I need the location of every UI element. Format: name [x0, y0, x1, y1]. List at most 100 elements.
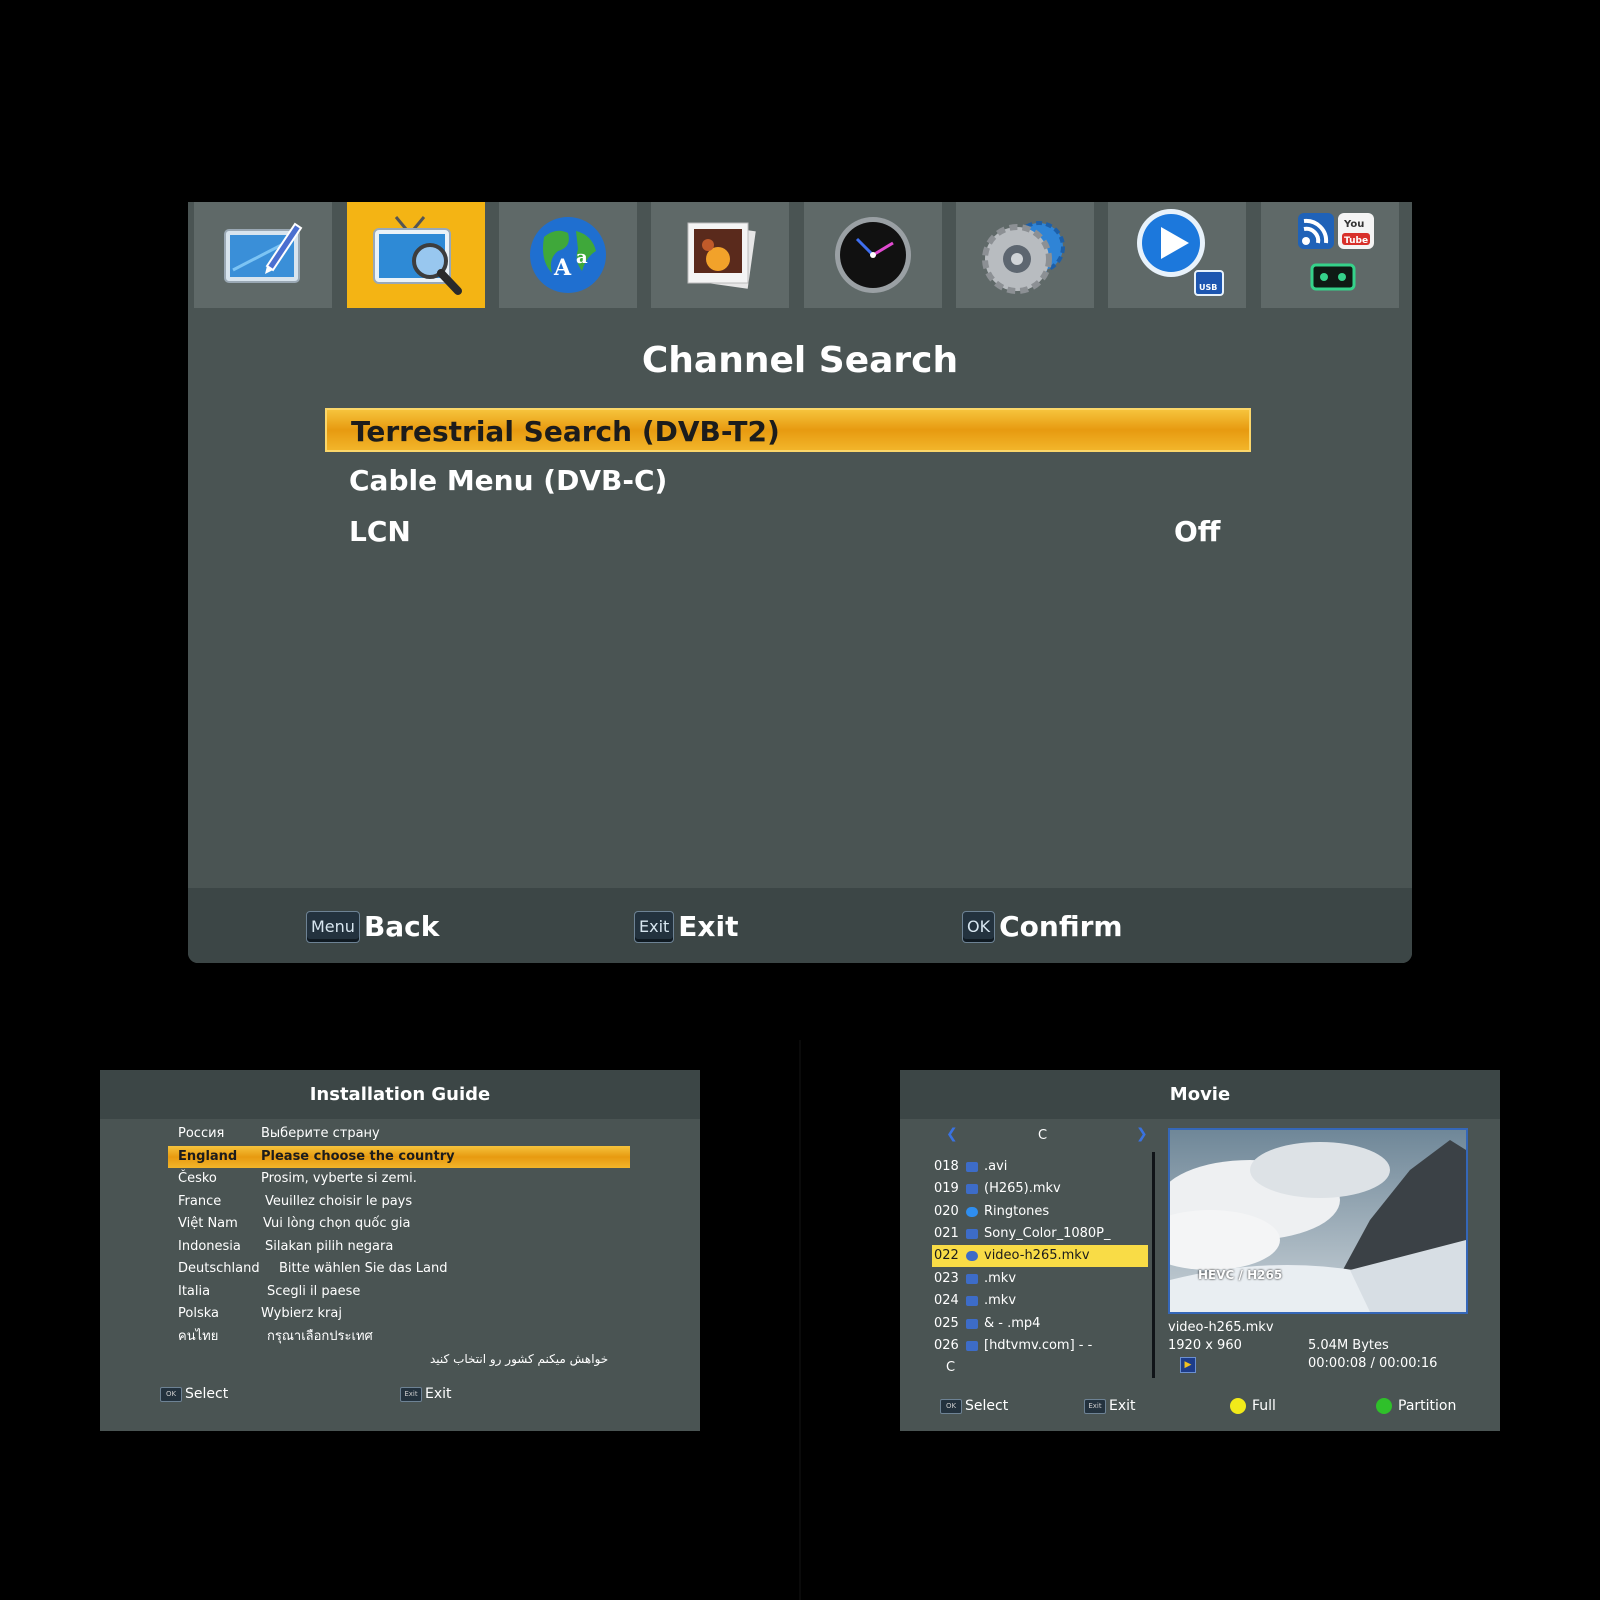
menu-item-cable-menu[interactable]: Cable Menu (DVB-C) — [325, 459, 1251, 503]
svg-text:a: a — [576, 247, 588, 268]
file-row[interactable]: 026 [hdtvmv.com] - - — [932, 1335, 1148, 1357]
language-name: Россия — [178, 1126, 225, 1141]
language-row-russian[interactable]: Россия Выберите страну — [168, 1123, 630, 1145]
usb-play-icon: USB — [1137, 209, 1224, 296]
language-row-thai[interactable]: คนไทย กรุณาเลือกประเทศ — [168, 1326, 630, 1348]
file-number: 020 — [934, 1204, 959, 1219]
divider — [799, 1040, 801, 1600]
tile-language[interactable]: A a — [499, 202, 637, 308]
svg-text:You: You — [1343, 219, 1364, 230]
full-label: Full — [1252, 1398, 1276, 1414]
back-hint[interactable]: Menu Back — [306, 910, 439, 943]
main-footer: Menu Back Exit Exit OK Confirm — [188, 888, 1412, 963]
exit-label: Exit — [678, 910, 739, 943]
language-row-french[interactable]: France Veuillez choisir le pays — [168, 1191, 630, 1213]
file-row[interactable]: 019 (H265).mkv — [932, 1178, 1148, 1200]
tile-edit[interactable] — [194, 202, 332, 308]
menu-item-label: Terrestrial Search (DVB-T2) — [351, 415, 780, 448]
tile-media-player[interactable]: USB — [1108, 202, 1246, 308]
language-row-polish[interactable]: Polska Wybierz kraj — [168, 1303, 630, 1325]
video-file-icon — [966, 1162, 978, 1172]
file-list-scrollbar[interactable] — [1152, 1152, 1155, 1378]
video-file-icon — [966, 1319, 978, 1329]
language-row-english[interactable]: England Please choose the country — [168, 1146, 630, 1168]
ok-key-icon: OK — [160, 1386, 182, 1402]
tile-photo[interactable] — [651, 202, 789, 308]
tile-settings[interactable] — [956, 202, 1094, 308]
edit-tv-icon — [224, 222, 303, 283]
language-prompt: กรุณาเลือกประเทศ — [267, 1329, 373, 1344]
back-label: Back — [363, 910, 440, 943]
file-name: .mkv — [984, 1293, 1017, 1308]
file-row-selected[interactable]: 022 video-h265.mkv — [932, 1245, 1148, 1267]
language-row-indonesian[interactable]: Indonesia Silakan pilih negara — [168, 1236, 630, 1258]
file-row[interactable]: 018 .avi — [932, 1156, 1148, 1178]
language-row-german[interactable]: Deutschland Bitte wählen Sie das Land — [168, 1258, 630, 1280]
ok-key-icon: OK — [962, 910, 996, 943]
video-file-icon — [966, 1341, 978, 1351]
language-row-czech[interactable]: Česko Prosim, vyberte si zemi. — [168, 1168, 630, 1190]
exit-hint[interactable]: Exit Exit — [634, 910, 738, 943]
file-name: (H265).mkv — [984, 1181, 1061, 1196]
select-hint[interactable]: OK Select — [160, 1386, 228, 1402]
photo-icon — [687, 222, 756, 289]
language-name: Polska — [178, 1306, 219, 1321]
gear-icon — [982, 221, 1065, 294]
clock-icon — [835, 217, 911, 293]
exit-key-icon: Exit — [400, 1386, 422, 1402]
page-title: Channel Search — [641, 340, 959, 381]
exit-key-icon: Exit — [634, 910, 675, 943]
info-resolution: 1920 x 960 — [1168, 1338, 1242, 1353]
current-drive-label: C — [946, 1360, 956, 1375]
select-hint[interactable]: OK Select — [940, 1398, 1008, 1414]
file-row[interactable]: 024 .mkv — [932, 1290, 1148, 1312]
language-row-italian[interactable]: Italia Scegli il paese — [168, 1281, 630, 1303]
next-drive-icon[interactable]: ❯ — [1136, 1126, 1148, 1142]
full-hint[interactable]: Full — [1230, 1398, 1276, 1414]
file-name: & - .mp4 — [984, 1316, 1041, 1331]
yellow-button-icon — [1230, 1398, 1246, 1414]
tile-channel-search[interactable] — [347, 202, 485, 308]
file-row[interactable]: 021 Sony_Color_1080P_ — [932, 1223, 1148, 1245]
menu-item-terrestrial-search[interactable]: Terrestrial Search (DVB-T2) — [325, 408, 1251, 452]
language-row-vietnamese[interactable]: Việt Nam Vui lòng chọn quốc gia — [168, 1213, 630, 1235]
movie-title: Movie — [900, 1070, 1500, 1119]
confirm-hint[interactable]: OK Confirm — [962, 910, 1123, 943]
main-menu-panel: A a USB You Tube Channel Search Terrestr… — [188, 202, 1412, 963]
file-number: 022 — [934, 1248, 959, 1263]
exit-hint[interactable]: Exit Exit — [400, 1386, 452, 1402]
info-size: 5.04M Bytes — [1308, 1338, 1389, 1353]
tile-apps[interactable]: You Tube — [1261, 202, 1399, 308]
exit-hint[interactable]: Exit Exit — [1084, 1398, 1136, 1414]
language-name: England — [178, 1149, 238, 1164]
installation-guide-title: Installation Guide — [100, 1070, 700, 1119]
file-number: 024 — [934, 1293, 959, 1308]
file-name: Ringtones — [984, 1204, 1050, 1219]
language-prompt: Bitte wählen Sie das Land — [279, 1261, 448, 1276]
prev-drive-icon[interactable]: ❮ — [946, 1126, 958, 1142]
language-name: Italia — [178, 1284, 211, 1299]
language-prompt: Vui lòng chọn quốc gia — [263, 1216, 411, 1231]
video-preview[interactable]: HEVC / H265 — [1168, 1128, 1468, 1314]
file-row[interactable]: 020 Ringtones — [932, 1201, 1148, 1223]
partition-hint[interactable]: Partition — [1376, 1398, 1456, 1414]
file-number: 025 — [934, 1316, 959, 1331]
green-button-icon — [1376, 1398, 1392, 1414]
exit-key-icon: Exit — [1084, 1398, 1106, 1414]
select-label: Select — [185, 1386, 229, 1402]
language-name: Česko — [178, 1171, 217, 1186]
file-name: [hdtvmv.com] - - — [984, 1338, 1093, 1353]
file-number: 023 — [934, 1271, 959, 1286]
language-prompt: Veuillez choisir le pays — [265, 1194, 413, 1209]
folder-icon — [966, 1207, 978, 1217]
lcn-value[interactable]: Off — [1174, 510, 1220, 554]
language-globe-icon: A a — [530, 217, 606, 293]
file-row[interactable]: 025 & - .mp4 — [932, 1313, 1148, 1335]
tile-time[interactable] — [804, 202, 942, 308]
menu-item-lcn[interactable]: LCN Off — [325, 510, 1251, 554]
ok-key-icon: OK — [940, 1398, 962, 1414]
file-number: 018 — [934, 1159, 959, 1174]
language-name: Indonesia — [178, 1239, 241, 1254]
file-row[interactable]: 023 .mkv — [932, 1268, 1148, 1290]
file-name: .mkv — [984, 1271, 1017, 1286]
